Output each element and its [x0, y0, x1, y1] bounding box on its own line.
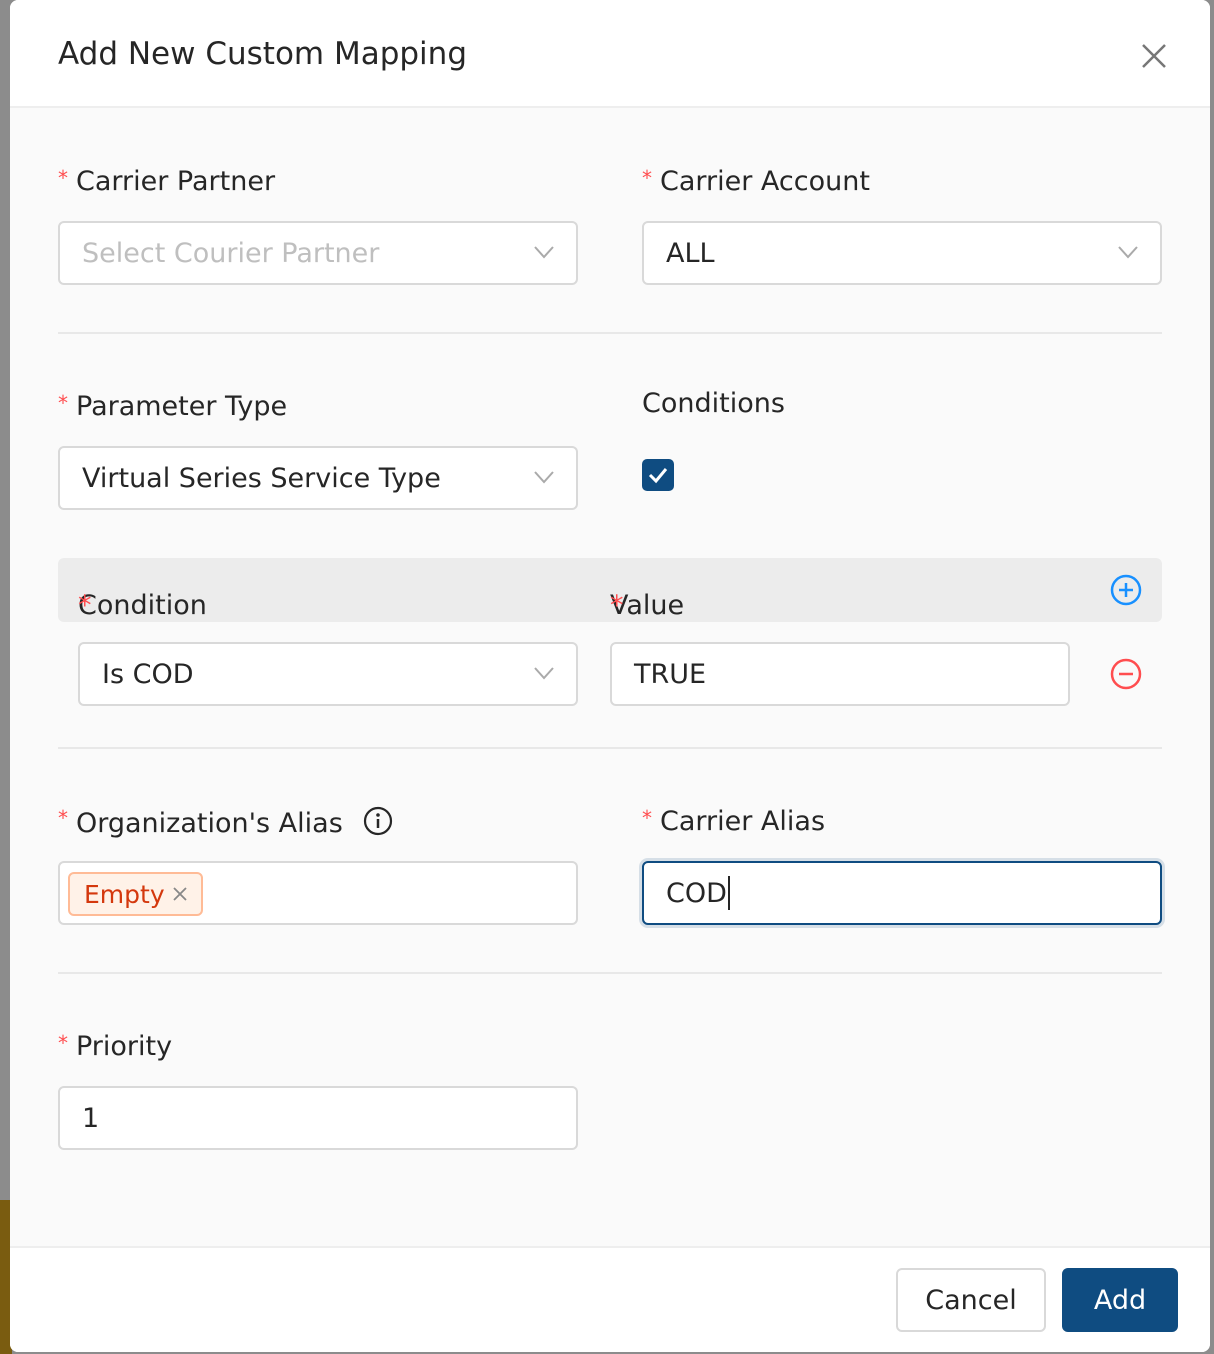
priority-label: * Priority [58, 1031, 173, 1062]
add-condition-icon[interactable] [1110, 574, 1142, 606]
add-custom-mapping-dialog: Add New Custom Mapping * Carrier Partner … [10, 0, 1210, 1352]
tag-label: Empty [84, 879, 165, 909]
divider [58, 972, 1162, 974]
tag-empty: Empty [68, 872, 203, 916]
parameter-type-select[interactable]: Virtual Series Service Type [58, 446, 578, 510]
carrier-alias-input[interactable]: COD [642, 861, 1162, 925]
chevron-down-icon [534, 246, 554, 259]
add-button[interactable]: Add [1062, 1268, 1178, 1332]
chevron-down-icon [1118, 246, 1138, 259]
dialog-header: Add New Custom Mapping [10, 0, 1210, 108]
condition-table-header: Condition * Value * [58, 558, 1162, 622]
carrier-account-select[interactable]: ALL [642, 221, 1162, 285]
condition-value-input[interactable]: TRUE [610, 642, 1070, 706]
close-icon[interactable] [1138, 40, 1170, 72]
condition-value-text: TRUE [634, 658, 707, 690]
priority-value: 1 [82, 1102, 100, 1134]
cancel-button[interactable]: Cancel [896, 1268, 1046, 1332]
remove-condition-icon[interactable] [1110, 658, 1142, 690]
parameter-type-value: Virtual Series Service Type [82, 462, 441, 494]
org-alias-label: * Organization's Alias [58, 806, 393, 839]
carrier-partner-label: * Carrier Partner [58, 166, 276, 197]
carrier-partner-select[interactable]: Select Courier Partner [58, 221, 578, 285]
check-icon [648, 468, 668, 484]
carrier-alias-label: * Carrier Alias [642, 806, 826, 837]
org-alias-input[interactable]: Empty [58, 861, 578, 925]
carrier-alias-value: COD [666, 877, 727, 909]
carrier-partner-placeholder: Select Courier Partner [82, 237, 380, 269]
text-cursor [727, 876, 730, 910]
info-icon[interactable] [363, 806, 393, 836]
conditions-checkbox[interactable] [642, 459, 674, 491]
chevron-down-icon [534, 667, 554, 680]
carrier-account-label: * Carrier Account [642, 166, 870, 197]
dialog-title: Add New Custom Mapping [58, 36, 467, 72]
chevron-down-icon [534, 471, 554, 484]
conditions-label: Conditions [642, 388, 785, 419]
dialog-footer: Cancel Add [10, 1246, 1210, 1352]
close-icon[interactable] [172, 887, 187, 901]
condition-select[interactable]: Is COD [78, 642, 578, 706]
parameter-type-label: * Parameter Type [58, 391, 288, 422]
carrier-account-value: ALL [666, 237, 715, 269]
priority-input[interactable]: 1 [58, 1086, 578, 1150]
divider [58, 747, 1162, 749]
divider [58, 332, 1162, 334]
condition-value: Is COD [102, 658, 194, 690]
